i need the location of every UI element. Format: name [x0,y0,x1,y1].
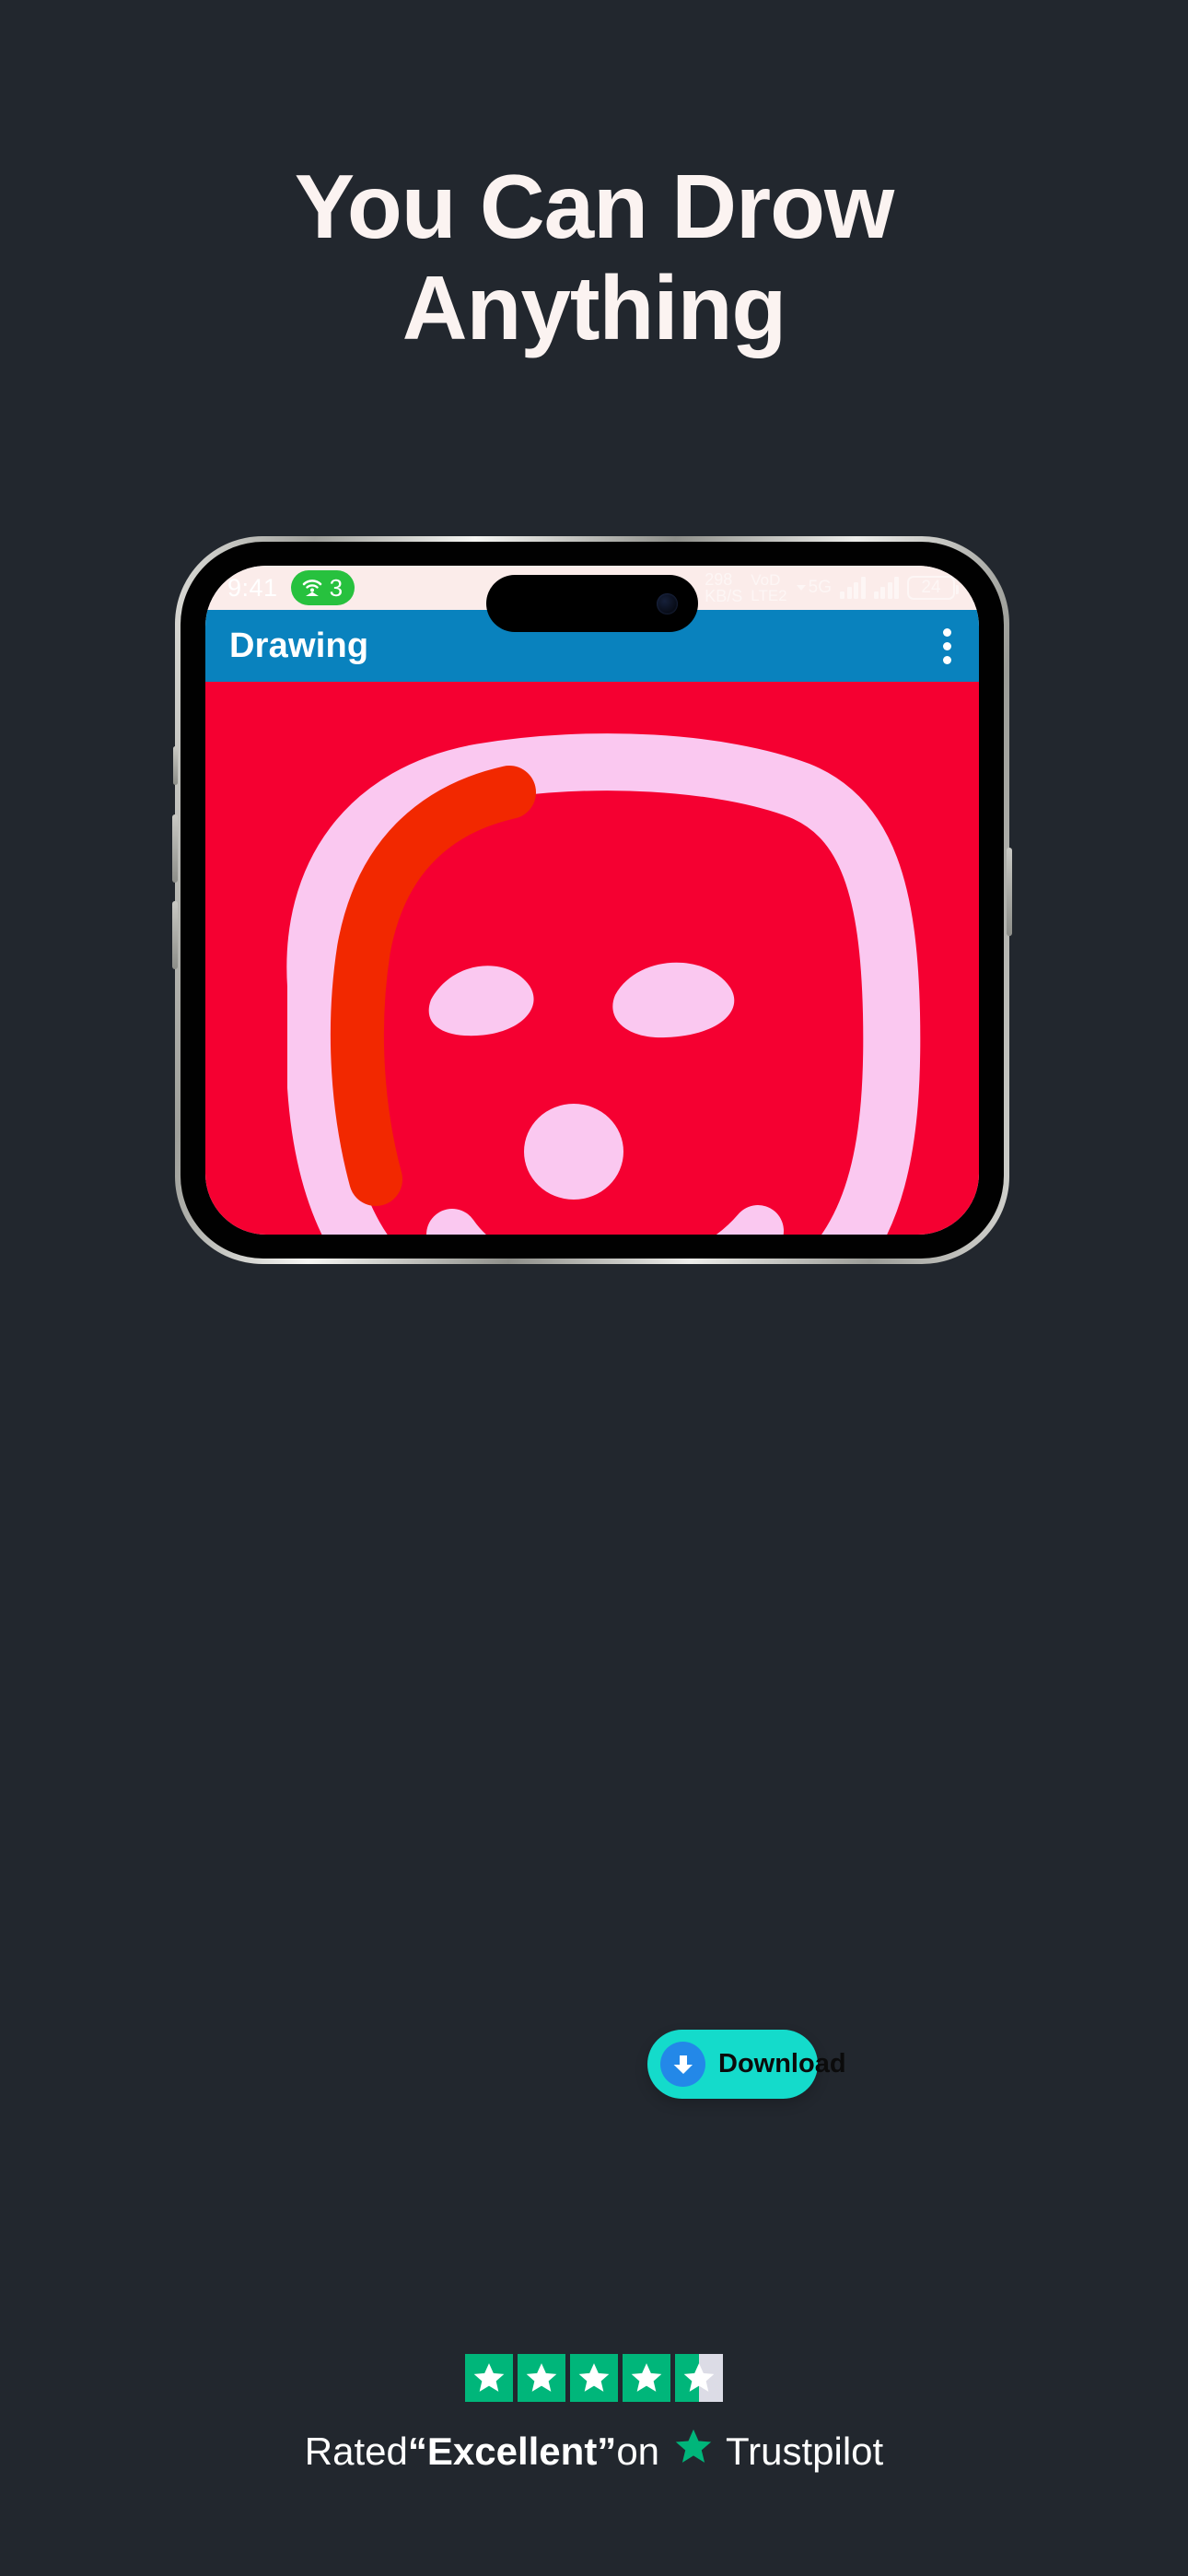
star-3 [570,2354,618,2402]
network-speed: 298 KB/S [705,571,742,604]
hotspot-badge: 3 [290,570,355,605]
hotspot-icon [300,577,324,599]
battery-level: 24 [921,578,941,597]
battery-indicator: 24 [907,576,959,600]
phone-silent-switch[interactable] [173,746,178,785]
download-arrow-icon [660,2042,705,2087]
phone-screen: 9:41 3 298 KB/S VoD LTE2 5G 24 Drawing [205,566,979,1235]
kebab-menu-icon[interactable] [938,623,957,670]
volte-line-1: VoD [751,571,781,589]
trustpilot-caption-middle: on [616,2430,660,2473]
status-bar: 9:41 3 298 KB/S VoD LTE2 5G 24 [205,566,979,632]
network-type-label: 5G [808,578,832,597]
status-icons: 298 KB/S VoD LTE2 5G 24 [705,571,959,604]
chevron-down-icon [796,585,806,591]
status-time: 9:41 [227,573,278,602]
volte-line-2: LTE2 [751,587,787,604]
star-4 [623,2354,670,2402]
front-camera-icon [657,592,678,615]
trustpilot-brand: Trustpilot [726,2430,884,2473]
app-bar-title: Drawing [229,626,369,665]
star-1 [465,2354,513,2402]
download-button-label: Download [718,2049,846,2078]
phone-volume-down-button[interactable] [172,901,178,969]
canvas-artwork [205,682,979,1235]
signal-bars-sim2 [873,577,899,599]
network-speed-value: 298 [705,570,733,589]
trustpilot-caption-bold: “Excellent” [407,2430,617,2473]
download-button[interactable]: Download [647,2030,846,2099]
trustpilot-stars [465,2354,723,2402]
hotspot-count: 3 [329,573,344,602]
star-2 [518,2354,565,2402]
trustpilot-star-icon [672,2426,715,2477]
stroke-nose [524,1104,623,1200]
page-title: You Can Drow Anything [0,156,1188,359]
drawing-canvas[interactable] [205,682,979,1235]
trustpilot-caption-prefix: Rated [304,2430,408,2473]
headline-line-1: You Can Drow [294,156,894,257]
phone-volume-up-button[interactable] [172,814,178,883]
trustpilot-caption: Rated “Excellent” on Trustpilot [305,2426,883,2477]
volte-indicator: VoD LTE2 [751,572,786,603]
headline-line-2: Anything [402,256,787,358]
network-speed-unit: KB/S [705,587,743,605]
star-5-half [675,2354,723,2402]
phone-power-button[interactable] [1007,848,1012,936]
network-type: 5G [796,578,832,598]
signal-bars-sim1 [840,577,866,599]
dynamic-island [486,575,698,632]
trustpilot-section: Rated “Excellent” on Trustpilot [0,2354,1188,2477]
